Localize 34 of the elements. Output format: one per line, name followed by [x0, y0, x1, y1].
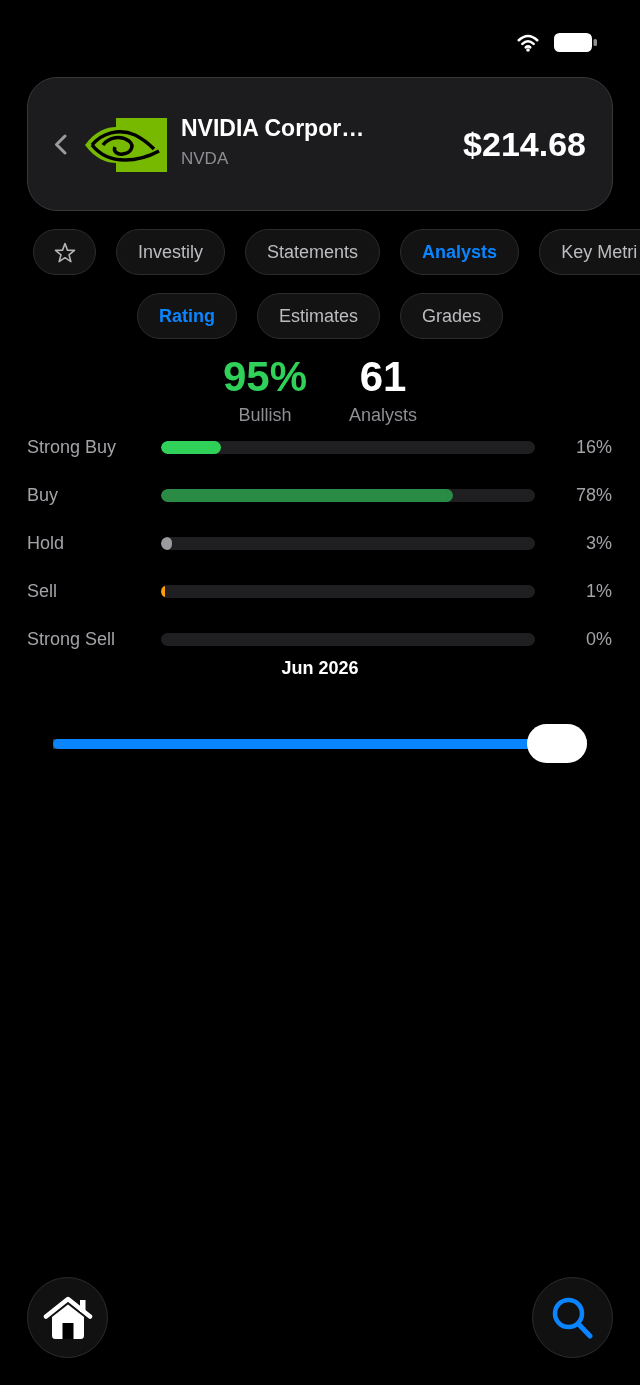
rating-percent: 0%: [586, 628, 612, 650]
rating-percent: 3%: [586, 532, 612, 554]
tab[interactable]: Investily: [116, 229, 226, 275]
battery-icon: [554, 33, 597, 52]
rating-label: Buy: [27, 484, 60, 506]
sub-tab[interactable]: Grades: [400, 293, 504, 339]
tab[interactable]: Analysts: [400, 229, 520, 275]
stat-label: Bullish: [238, 406, 292, 424]
rating-percent: 1%: [586, 580, 612, 602]
favorite-button[interactable]: [33, 229, 96, 275]
rating-label: Strong Sell: [27, 628, 117, 650]
company-name: NVIDIA Corpor…: [181, 114, 365, 142]
rating-label: Strong Buy: [27, 436, 118, 458]
rating-label: Sell: [27, 580, 58, 602]
tab[interactable]: Key Metri: [539, 229, 640, 275]
stat-label: Analysts: [349, 406, 418, 424]
rating-percent: 78%: [575, 484, 612, 506]
slider-thumb[interactable]: [527, 724, 587, 763]
tab[interactable]: Statements: [245, 229, 381, 275]
stat-value: 61: [359, 354, 407, 400]
ticker-symbol: NVDA: [181, 149, 230, 169]
search-icon: [552, 1296, 593, 1339]
stock-price: $214.68: [463, 124, 586, 164]
home-icon: [42, 1296, 93, 1339]
wifi-icon: [517, 33, 539, 52]
back-icon[interactable]: [54, 133, 67, 155]
sub-tab[interactable]: Rating: [136, 293, 237, 339]
logo-icon: [85, 118, 167, 172]
sub-tab[interactable]: Estimates: [256, 293, 380, 339]
stat-value: 95%: [222, 354, 307, 400]
rating-percent: 16%: [575, 436, 612, 458]
period-label: Jun 2026: [281, 658, 359, 678]
star-icon: [53, 241, 76, 263]
rating-label: Hold: [27, 532, 66, 554]
